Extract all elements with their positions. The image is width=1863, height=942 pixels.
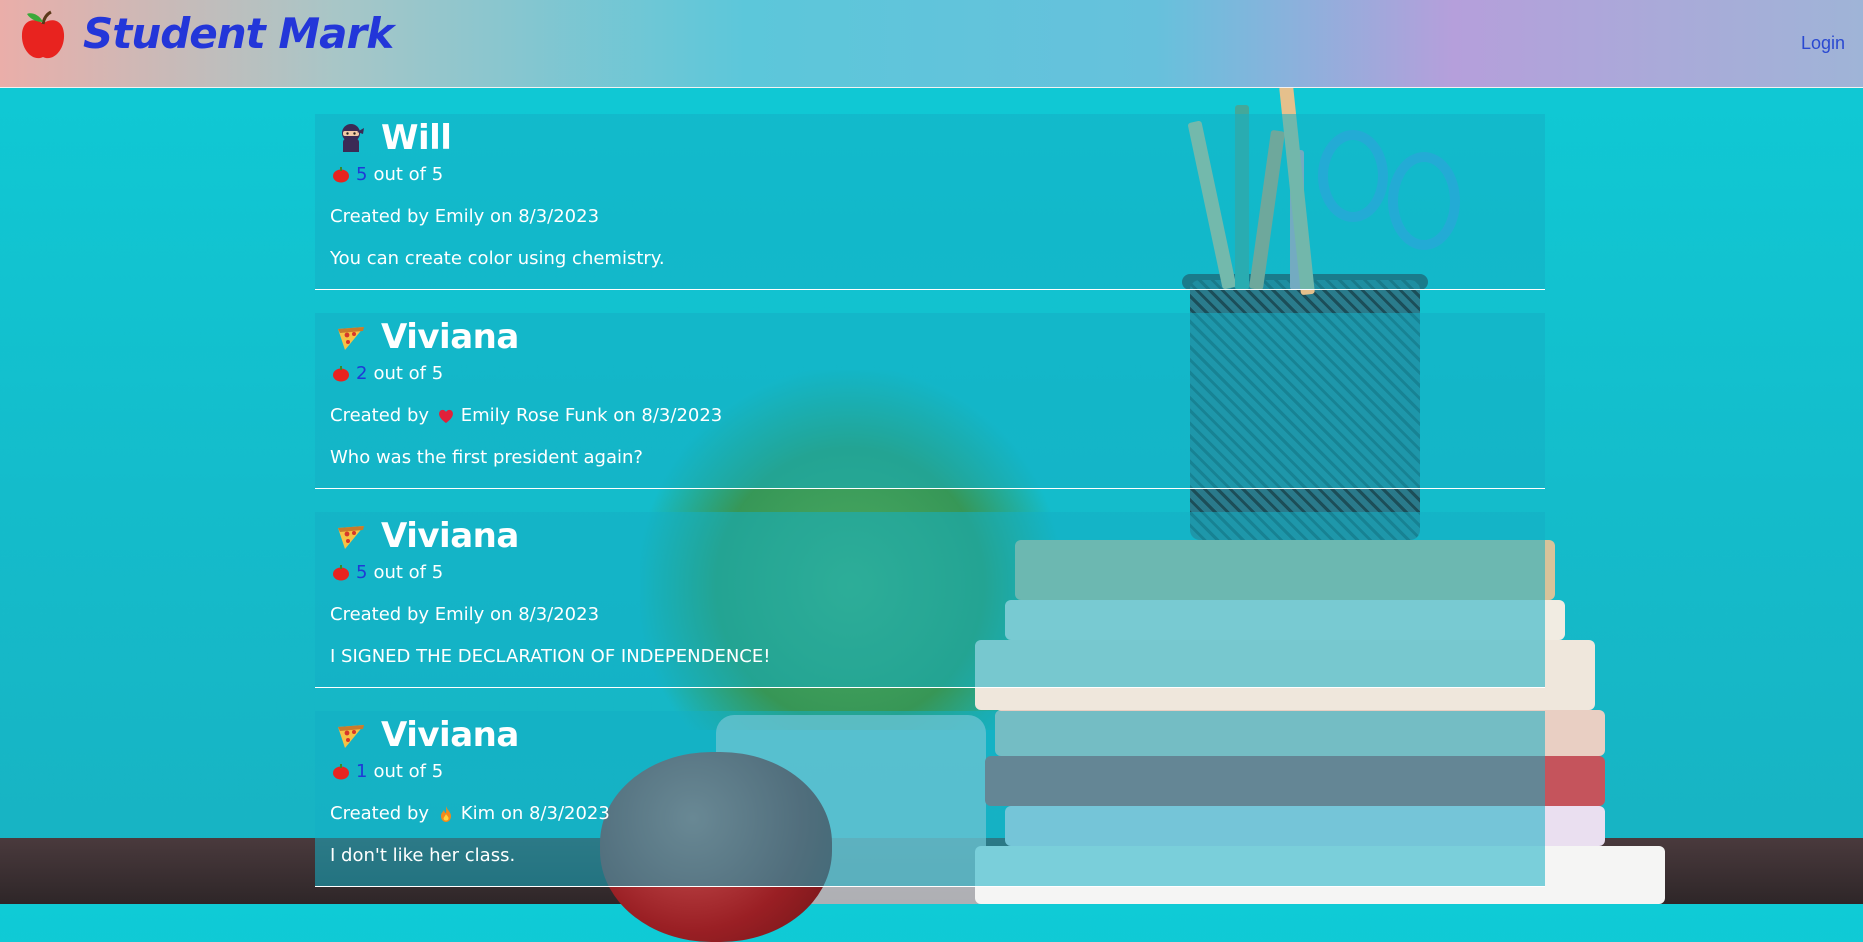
mark-card: Viviana 5 out of 5 Created by Emily on 8… <box>315 512 1545 688</box>
created-date: on 8/3/2023 <box>607 405 723 426</box>
rating-suffix: out of 5 <box>373 164 444 185</box>
rating-suffix: out of 5 <box>373 761 444 782</box>
comment-text: I SIGNED THE DECLARATION OF INDEPENDENCE… <box>330 646 771 667</box>
mark-list: Will 5 out of 5 Created by Emily on 8/3/… <box>315 114 1545 910</box>
author-name: Emily <box>434 604 485 625</box>
created-date: on 8/3/2023 <box>484 206 600 227</box>
rating-value: 2 <box>356 363 368 384</box>
pizza-icon <box>338 327 364 350</box>
rating-value: 5 <box>356 164 368 185</box>
mark-card: Viviana 2 out of 5 Created by Emily Rose… <box>315 313 1545 489</box>
pizza-icon <box>338 526 364 549</box>
author-name: Kim <box>460 803 496 824</box>
comment-text: Who was the first president again? <box>330 447 643 468</box>
comment-text: You can create color using chemistry. <box>330 248 665 269</box>
pizza-icon <box>338 725 364 748</box>
brand-title[interactable]: Student Mark <box>83 9 394 58</box>
student-name: Viviana <box>381 715 519 755</box>
rating-suffix: out of 5 <box>373 562 444 583</box>
mark-card: Will 5 out of 5 Created by Emily on 8/3/… <box>315 114 1545 290</box>
student-name: Will <box>381 118 452 158</box>
author-name: Emily <box>434 206 485 227</box>
ninja-icon <box>342 124 364 152</box>
apple-icon <box>333 166 349 182</box>
created-prefix: Created by <box>330 206 435 227</box>
student-name: Viviana <box>381 516 519 556</box>
created-line: Created by Emily on 8/3/2023 <box>330 206 599 227</box>
created-date: on 8/3/2023 <box>495 803 610 824</box>
top-navbar: Student Mark Login <box>0 0 1863 88</box>
comment-text: I don't like her class. <box>330 845 516 866</box>
rating-value: 5 <box>356 562 368 583</box>
card-title: Will <box>335 116 452 160</box>
apple-icon <box>333 564 349 580</box>
apple-logo-icon <box>21 10 65 59</box>
card-title: Viviana <box>335 713 519 757</box>
author-name: Emily Rose Funk <box>460 405 608 426</box>
rating: 5 out of 5 <box>332 164 443 185</box>
created-prefix: Created by <box>330 803 435 824</box>
created-date: on 8/3/2023 <box>484 604 600 625</box>
rating: 2 out of 5 <box>332 363 443 384</box>
apple-icon <box>333 365 349 381</box>
created-line: Created by Emily Rose Funk on 8/3/2023 <box>330 405 722 426</box>
heart-icon <box>438 409 453 423</box>
apple-icon <box>333 763 349 779</box>
mark-card: Viviana 1 out of 5 Created by Kim on 8/3… <box>315 711 1545 887</box>
card-title: Viviana <box>335 315 519 359</box>
rating: 1 out of 5 <box>332 761 443 782</box>
rating-value: 1 <box>356 761 368 782</box>
card-title: Viviana <box>335 514 519 558</box>
login-link[interactable]: Login <box>1801 33 1845 54</box>
fire-icon <box>440 805 451 822</box>
created-prefix: Created by <box>330 405 435 426</box>
rating: 5 out of 5 <box>332 562 443 583</box>
created-line: Created by Emily on 8/3/2023 <box>330 604 599 625</box>
rating-suffix: out of 5 <box>373 363 444 384</box>
created-prefix: Created by <box>330 604 435 625</box>
created-line: Created by Kim on 8/3/2023 <box>330 803 610 824</box>
student-name: Viviana <box>381 317 519 357</box>
